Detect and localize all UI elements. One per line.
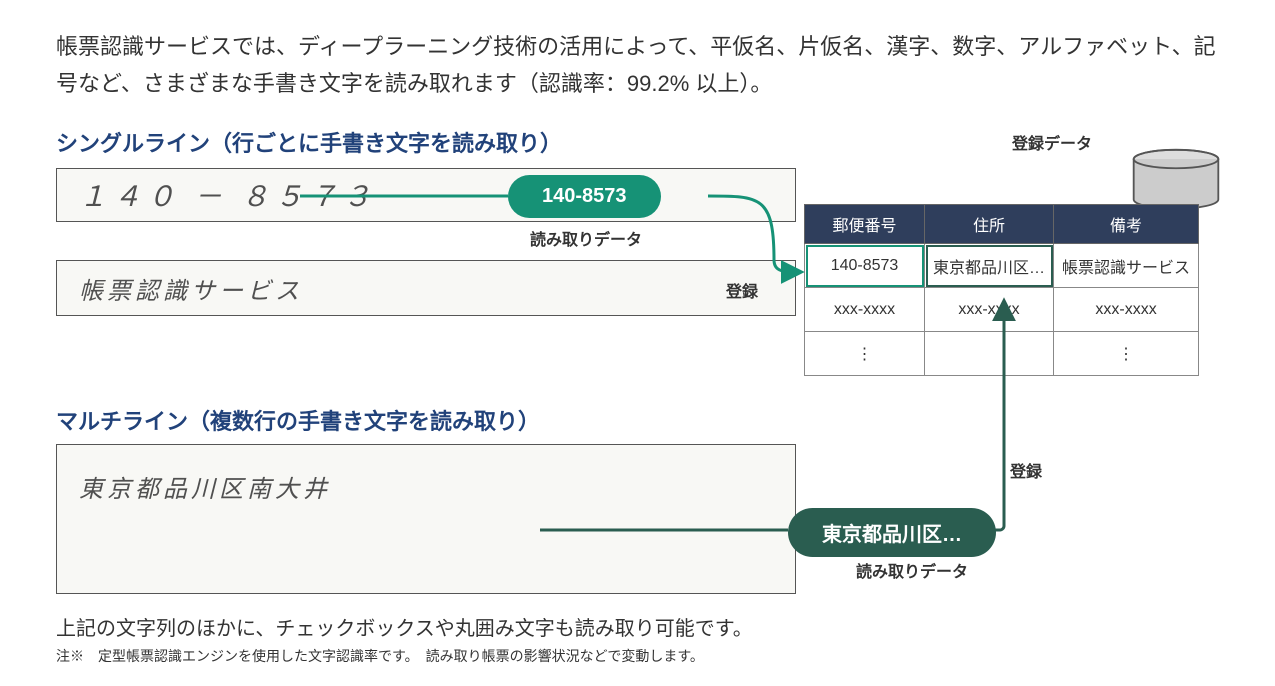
td-remarks: 帳票認識サービス — [1054, 244, 1199, 288]
database-icon — [1130, 148, 1222, 212]
table-row: xxx-xxxx xxx-xxxx xxx-xxxx — [805, 288, 1199, 332]
td-address — [925, 332, 1054, 376]
table-row: 140-8573 東京都品川区… 帳票認識サービス — [805, 244, 1199, 288]
td-remarks: ⋮ — [1054, 332, 1199, 376]
th-address: 住所 — [925, 205, 1054, 244]
reading-pill-address: 東京都品川区… — [788, 508, 996, 557]
td-postal: xxx-xxxx — [805, 288, 925, 332]
handwritten-postal: １４０ － ８５７３ — [79, 175, 377, 215]
footnote: 注※ 定型帳票認識エンジンを使用した文字認識率です。 読み取り帳票の影響状況など… — [56, 646, 704, 666]
td-address: 東京都品川区… — [925, 244, 1054, 288]
handwritten-address: 東京都品川区南大井 — [79, 469, 331, 504]
handwritten-service: 帳票認識サービス — [79, 271, 303, 306]
th-postal: 郵便番号 — [805, 205, 925, 244]
handwriting-input-postal: １４０ － ８５７３ — [56, 168, 796, 222]
td-address: xxx-xxxx — [925, 288, 1054, 332]
table-row: ⋮ ⋮ — [805, 332, 1199, 376]
td-postal: 140-8573 — [805, 244, 925, 288]
registration-table: 郵便番号 住所 備考 140-8573 東京都品川区… 帳票認識サービス xxx… — [804, 204, 1199, 376]
register-label-2: 登録 — [1010, 458, 1042, 482]
td-postal: ⋮ — [805, 332, 925, 376]
register-label-1: 登録 — [726, 278, 758, 302]
handwriting-input-service: 帳票認識サービス — [56, 260, 796, 316]
reading-label-address: 読み取りデータ — [856, 558, 968, 582]
section-title-multi: マルチライン（複数行の手書き文字を読み取り） — [56, 404, 540, 436]
intro-text: 帳票認識サービスでは、ディープラーニング技術の活用によって、平仮名、片仮名、漢字… — [56, 28, 1216, 103]
table-header-row: 郵便番号 住所 備考 — [805, 205, 1199, 244]
td-remarks: xxx-xxxx — [1054, 288, 1199, 332]
cylinder-label: 登録データ — [1012, 130, 1092, 154]
th-remarks: 備考 — [1054, 205, 1199, 244]
section-title-single: シングルライン（行ごとに手書き文字を読み取り） — [56, 126, 562, 158]
reading-pill-postal: 140-8573 — [508, 175, 661, 218]
reading-label-postal: 読み取りデータ — [530, 226, 642, 250]
bottom-paragraph: 上記の文字列のほかに、チェックボックスや丸囲み文字も読み取り可能です。 — [56, 612, 753, 641]
handwriting-input-address: 東京都品川区南大井 — [56, 444, 796, 594]
